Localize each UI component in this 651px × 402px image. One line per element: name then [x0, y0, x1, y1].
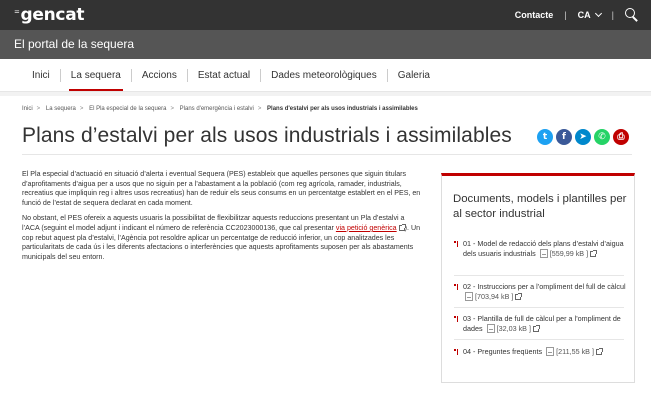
top-bar: ⁼gencat Contacte | CA |	[0, 0, 651, 30]
article-body: El Pla especial d’actuació en situació d…	[22, 170, 422, 268]
portal-bar: El portal de la sequera	[0, 30, 651, 59]
bullet-icon	[454, 316, 460, 323]
document-link[interactable]: 04 - Preguntes freqüents [211,55 kB ]	[454, 347, 630, 357]
document-link[interactable]: 03 - Plantilla de full de càlcul per a l…	[454, 314, 630, 334]
breadcrumb-item[interactable]: El Pla especial de la sequera	[89, 106, 166, 112]
breadcrumb: Inici > La sequera > El Pla especial de la…	[22, 106, 418, 112]
share-buttons: t f ➤ ✆ ⎙	[537, 129, 629, 145]
bullet-icon	[454, 349, 460, 356]
spreadsheet-file-icon	[486, 324, 495, 333]
separator: |	[564, 10, 567, 20]
separator: |	[611, 10, 614, 20]
facebook-icon[interactable]: f	[556, 129, 572, 145]
main-nav: Inici La sequera Accions Estat actual Da…	[0, 59, 651, 92]
external-link-icon	[398, 223, 406, 231]
contact-link[interactable]: Contacte	[515, 10, 554, 20]
external-link-icon	[590, 250, 598, 257]
nav-item-accions[interactable]: Accions	[132, 70, 187, 81]
documents-panel-title: Documents, models i plantilles per al se…	[453, 193, 627, 220]
search-icon[interactable]	[625, 8, 639, 22]
twitter-icon[interactable]: t	[537, 129, 553, 145]
portal-title[interactable]: El portal de la sequera	[14, 37, 134, 51]
pdf-file-icon	[546, 347, 555, 356]
gencat-logo[interactable]: ⁼gencat	[14, 5, 85, 25]
language-selector[interactable]: CA	[578, 9, 602, 20]
whatsapp-icon[interactable]: ✆	[594, 129, 610, 145]
top-nav: Contacte | CA |	[515, 0, 639, 30]
document-link[interactable]: 01 - Model de redacció dels plans d’esta…	[454, 239, 630, 259]
pdf-file-icon	[465, 292, 473, 301]
document-link[interactable]: 02 - Instruccions per a l’ompliment del …	[454, 282, 630, 302]
breadcrumb-item[interactable]: Inici	[22, 106, 33, 112]
paragraph: El Pla especial d’actuació en situació d…	[22, 170, 421, 207]
paragraph: No obstant, el PES ofereix a aquests usu…	[22, 214, 421, 261]
external-link-icon	[532, 325, 540, 332]
telegram-icon[interactable]: ➤	[575, 129, 591, 145]
bullet-icon	[454, 284, 460, 291]
nav-item-la-sequera[interactable]: La sequera	[61, 70, 131, 91]
breadcrumb-item[interactable]: La sequera	[46, 106, 76, 112]
external-link-icon	[595, 348, 603, 355]
chevron-down-icon	[594, 9, 602, 18]
documents-panel: Documents, models i plantilles per al se…	[441, 173, 635, 383]
print-icon[interactable]: ⎙	[613, 129, 629, 145]
nav-item-inici[interactable]: Inici	[22, 70, 60, 81]
bullet-icon	[454, 241, 460, 248]
external-link-icon	[515, 293, 523, 300]
nav-item-dades-meteorologiques[interactable]: Dades meteorològiques	[261, 70, 387, 81]
pdf-file-icon	[539, 249, 548, 258]
breadcrumb-item[interactable]: Plans d'emergència i estalvi	[180, 106, 254, 112]
nav-item-galeria[interactable]: Galeria	[388, 70, 440, 81]
peticio-generica-link[interactable]: via petició genèrica	[336, 223, 406, 232]
nav-item-estat-actual[interactable]: Estat actual	[188, 70, 260, 81]
divider	[22, 154, 632, 155]
page-title: Plans d’estalvi per als usos industrials…	[22, 124, 512, 147]
breadcrumb-current: Plans d'estalvi per als usos industrials…	[267, 106, 418, 112]
